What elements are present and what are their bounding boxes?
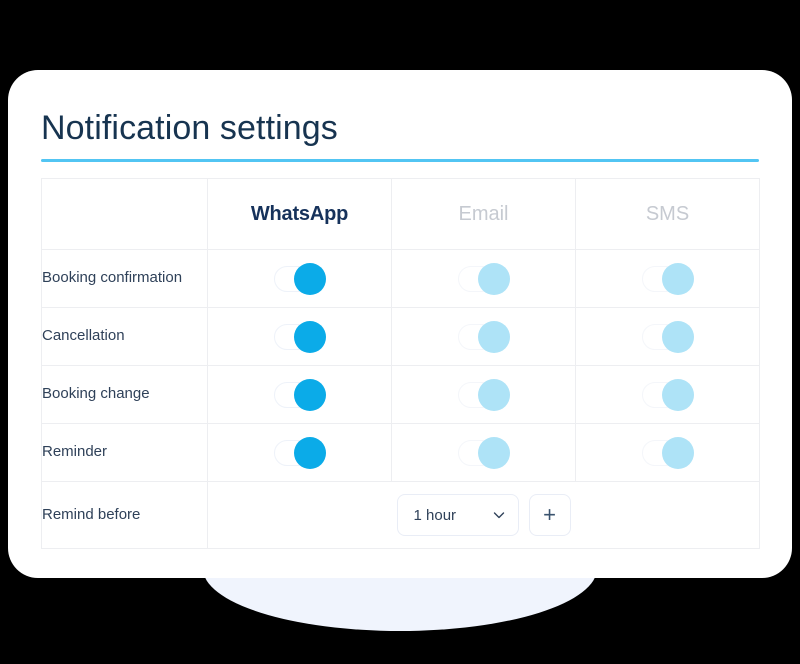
toggle-email-booking-confirmation[interactable] (457, 262, 510, 295)
toggle-email-booking-change[interactable] (457, 378, 510, 411)
header-cell-sms: SMS (575, 178, 760, 250)
notification-settings-card: Notification settings WhatsApp Email SMS… (8, 70, 792, 578)
toggle-whatsapp-booking-confirmation[interactable] (273, 262, 326, 295)
row-label-cancellation: Cancellation (41, 307, 208, 366)
table-row-remind-before: Remind before 1 hour + (41, 481, 760, 549)
toggle-whatsapp-booking-change[interactable] (273, 378, 326, 411)
toggle-sms-booking-change[interactable] (641, 378, 694, 411)
header-cell-whatsapp: WhatsApp (207, 178, 392, 250)
toggle-knob (477, 262, 510, 295)
title-underline (41, 159, 759, 162)
plus-icon: + (543, 502, 556, 527)
page-title: Notification settings (41, 109, 338, 147)
header-cell-empty (41, 178, 208, 250)
toggle-knob (477, 436, 510, 469)
toggle-cell-whatsapp-booking-confirmation[interactable] (207, 249, 392, 308)
toggle-cell-sms-reminder[interactable] (575, 423, 760, 482)
toggle-email-cancellation[interactable] (457, 320, 510, 353)
table-row: Cancellation (41, 307, 760, 366)
row-label-booking-change: Booking change (41, 365, 208, 424)
table-row: Reminder (41, 423, 760, 482)
toggle-knob (477, 320, 510, 353)
row-label-reminder: Reminder (41, 423, 208, 482)
toggle-cell-sms-booking-confirmation[interactable] (575, 249, 760, 308)
toggle-cell-email-booking-confirmation[interactable] (391, 249, 576, 308)
toggle-knob (661, 378, 694, 411)
table-header-row: WhatsApp Email SMS (41, 178, 760, 250)
row-label-booking-confirmation: Booking confirmation (41, 249, 208, 308)
remind-before-select-value: 1 hour (413, 506, 457, 524)
toggle-cell-whatsapp-booking-change[interactable] (207, 365, 392, 424)
notification-settings-table: WhatsApp Email SMS Booking confirmation (41, 178, 760, 549)
table-row: Booking confirmation (41, 249, 760, 308)
toggle-knob (661, 320, 694, 353)
add-reminder-button[interactable]: + (528, 494, 571, 536)
toggle-knob (293, 436, 326, 469)
toggle-sms-cancellation[interactable] (641, 320, 694, 353)
remind-before-controls-cell: 1 hour + (207, 481, 760, 549)
toggle-knob (661, 262, 694, 295)
toggle-sms-booking-confirmation[interactable] (641, 262, 694, 295)
remind-before-select[interactable]: 1 hour (396, 494, 519, 536)
remind-before-controls: 1 hour + (396, 494, 571, 536)
toggle-knob (293, 378, 326, 411)
toggle-knob (661, 436, 694, 469)
toggle-cell-whatsapp-cancellation[interactable] (207, 307, 392, 366)
toggle-sms-reminder[interactable] (641, 436, 694, 469)
toggle-whatsapp-reminder[interactable] (273, 436, 326, 469)
toggle-cell-email-reminder[interactable] (391, 423, 576, 482)
toggle-cell-whatsapp-reminder[interactable] (207, 423, 392, 482)
table-row: Booking change (41, 365, 760, 424)
toggle-email-reminder[interactable] (457, 436, 510, 469)
header-cell-email: Email (391, 178, 576, 250)
toggle-knob (477, 378, 510, 411)
toggle-whatsapp-cancellation[interactable] (273, 320, 326, 353)
chevron-down-icon (492, 508, 506, 522)
toggle-cell-sms-cancellation[interactable] (575, 307, 760, 366)
toggle-cell-email-cancellation[interactable] (391, 307, 576, 366)
toggle-knob (293, 320, 326, 353)
row-label-remind-before: Remind before (41, 481, 208, 549)
toggle-cell-email-booking-change[interactable] (391, 365, 576, 424)
toggle-knob (293, 262, 326, 295)
toggle-cell-sms-booking-change[interactable] (575, 365, 760, 424)
